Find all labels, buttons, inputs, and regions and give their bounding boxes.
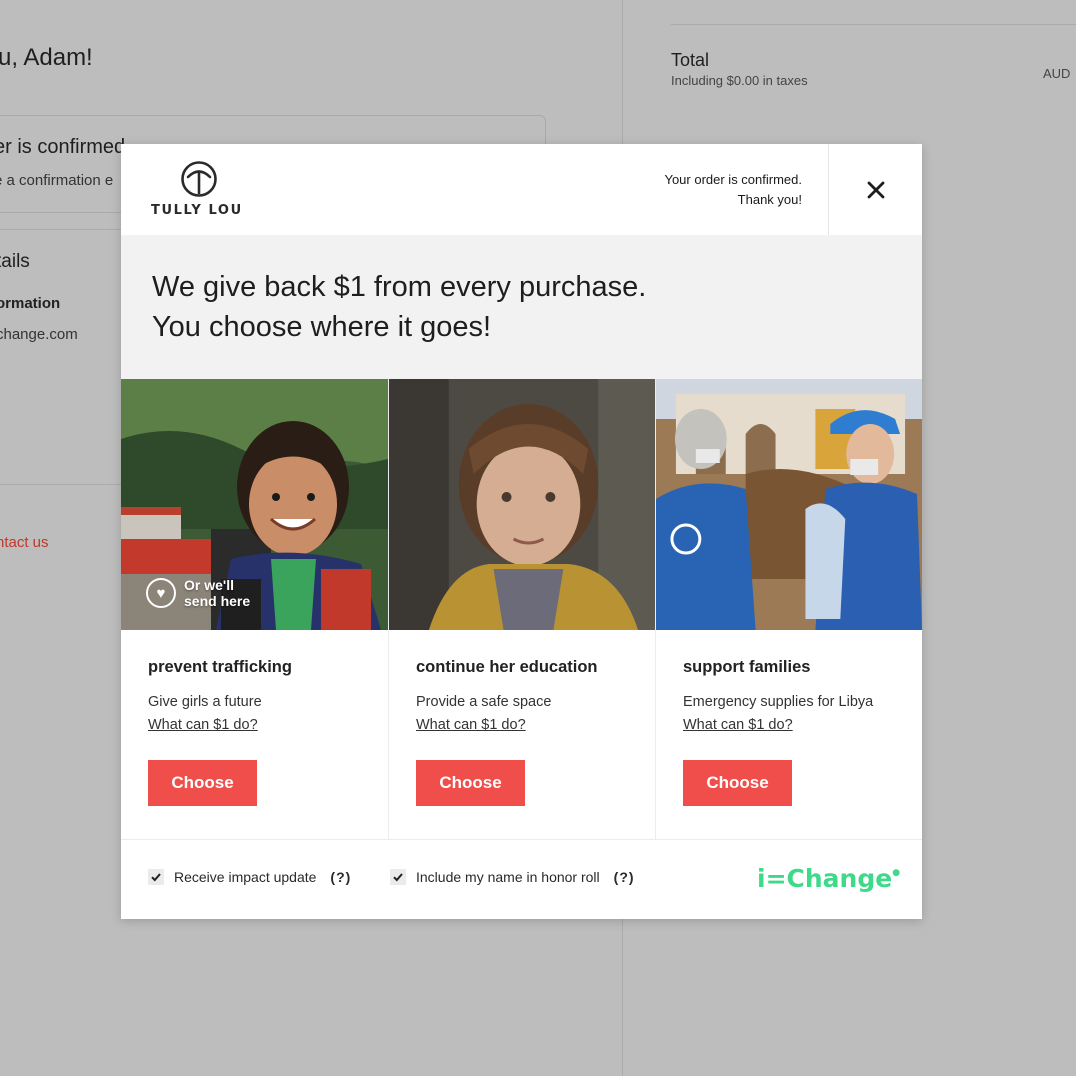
ichange-logo: i=Change● bbox=[757, 864, 900, 893]
honor-roll-checkbox[interactable] bbox=[390, 869, 406, 885]
greeting-text: u, Adam! bbox=[0, 44, 93, 71]
brand-mark-icon: ● bbox=[892, 868, 901, 878]
modal-footer: Receive impact update (?) Include my nam… bbox=[121, 839, 922, 919]
currency-label: AUD bbox=[1043, 66, 1071, 81]
choose-families-button[interactable]: Choose bbox=[683, 760, 792, 806]
cause-card-families: support families Emergency supplies for … bbox=[655, 379, 922, 839]
confirm-line-1: Your order is confirmed. bbox=[664, 172, 802, 187]
headline-line-2: You choose where it goes! bbox=[152, 311, 492, 343]
information-label: ormation bbox=[0, 295, 61, 312]
honor-roll-help[interactable]: (?) bbox=[614, 869, 635, 885]
order-confirmed-message: Your order is confirmed. Thank you! bbox=[664, 170, 802, 210]
cause-description: Emergency supplies for Libya bbox=[683, 694, 874, 710]
taxes-text: Including $0.00 in taxes bbox=[671, 73, 808, 88]
total-label: Total bbox=[671, 50, 710, 70]
modal-header: TULLY LOU Your order is confirmed. Thank… bbox=[121, 144, 922, 235]
brand-text: i=Change bbox=[757, 864, 893, 893]
impact-update-help[interactable]: (?) bbox=[330, 869, 351, 885]
what-can-1-do-link[interactable]: What can $1 do? bbox=[683, 717, 793, 733]
heart-icon: ♥ bbox=[146, 578, 176, 608]
honor-roll-option: Include my name in honor roll (?) bbox=[390, 869, 635, 885]
confirmation-subtext: e a confirmation e bbox=[0, 172, 114, 189]
checkmark-icon bbox=[393, 873, 403, 882]
details-heading: tails bbox=[0, 251, 30, 272]
cause-title: support families bbox=[683, 658, 811, 676]
donation-modal: TULLY LOU Your order is confirmed. Thank… bbox=[121, 144, 922, 919]
close-button[interactable] bbox=[828, 144, 922, 235]
cause-description: Give girls a future bbox=[148, 694, 262, 710]
tully-lou-logo: TULLY LOU bbox=[151, 160, 249, 220]
cause-image-smiling-girl: ♥ Or we'll send here bbox=[121, 379, 388, 630]
confirm-line-2: Thank you! bbox=[737, 192, 802, 207]
cause-card-trafficking: ♥ Or we'll send here prevent trafficking… bbox=[121, 379, 388, 839]
headline-banner: We give back $1 from every purchase. You… bbox=[121, 235, 922, 379]
honor-roll-label: Include my name in honor roll bbox=[416, 869, 600, 885]
choose-trafficking-button[interactable]: Choose bbox=[148, 760, 257, 806]
contact-us-link[interactable]: ntact us bbox=[0, 534, 49, 551]
send-here-text: Or we'll send here bbox=[184, 577, 251, 609]
email-text: change.com bbox=[0, 326, 78, 343]
headline-line-1: We give back $1 from every purchase. bbox=[152, 271, 647, 303]
headline: We give back $1 from every purchase. You… bbox=[152, 267, 892, 347]
cause-card-education: continue her education Provide a safe sp… bbox=[388, 379, 655, 839]
what-can-1-do-link[interactable]: What can $1 do? bbox=[148, 717, 258, 733]
what-can-1-do-link[interactable]: What can $1 do? bbox=[416, 717, 526, 733]
logo-text: TULLY LOU bbox=[151, 203, 243, 218]
checkmark-icon bbox=[151, 873, 161, 882]
choose-education-button[interactable]: Choose bbox=[416, 760, 525, 806]
impact-update-label: Receive impact update bbox=[174, 869, 317, 885]
impact-update-option: Receive impact update (?) bbox=[148, 869, 351, 885]
order-confirmed-text: er is confirmed bbox=[0, 136, 126, 158]
cause-title: prevent trafficking bbox=[148, 658, 292, 676]
cause-cards: ♥ Or we'll send here prevent trafficking… bbox=[121, 379, 922, 839]
cause-image-aid-workers bbox=[656, 379, 922, 630]
cause-description: Provide a safe space bbox=[416, 694, 552, 710]
cause-title: continue her education bbox=[416, 658, 598, 676]
default-choice-badge: ♥ Or we'll send here bbox=[146, 577, 264, 609]
divider bbox=[671, 24, 1076, 25]
impact-update-checkbox[interactable] bbox=[148, 869, 164, 885]
close-icon bbox=[867, 181, 884, 198]
cause-image-young-girl bbox=[389, 379, 655, 630]
palm-logo-icon bbox=[181, 161, 217, 197]
